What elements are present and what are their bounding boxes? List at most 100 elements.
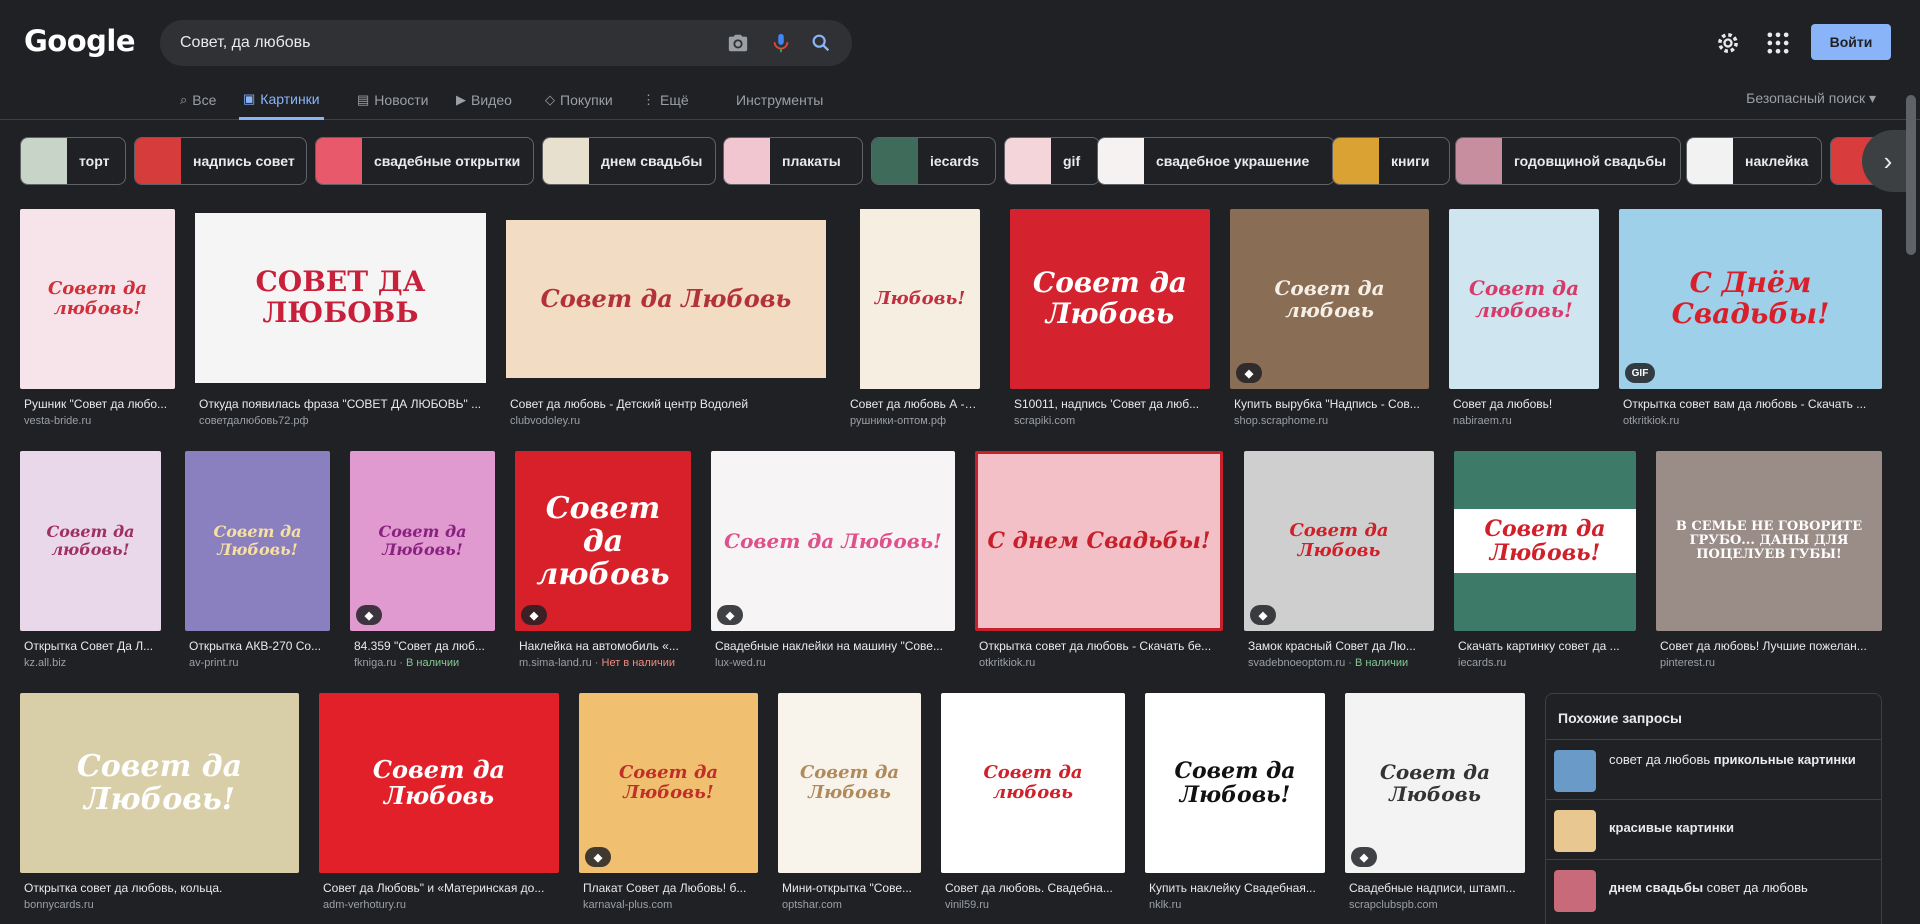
chip-posters[interactable]: плакаты: [723, 137, 863, 185]
chip-wedding-cards[interactable]: свадебные открытки: [315, 137, 534, 185]
result-source[interactable]: рушники-оптом.рф: [850, 415, 946, 427]
result-thumbnail[interactable]: Совет да любовь!: [1449, 209, 1599, 389]
search-box[interactable]: [160, 20, 852, 66]
result-title[interactable]: Купить вырубка "Надпись - Сов...: [1234, 397, 1429, 411]
result-title[interactable]: Совет да любовь! Лучшие пожелан...: [1660, 639, 1882, 653]
chip-cake[interactable]: торт: [20, 137, 126, 185]
chip-sticker[interactable]: наклейка: [1686, 137, 1822, 185]
tab-news[interactable]: ▤ Новости: [357, 80, 429, 120]
tab-all[interactable]: ⌕ Все: [180, 80, 216, 120]
result-thumbnail[interactable]: Совет да Любовь: [1244, 451, 1434, 631]
result-thumbnail[interactable]: Совет да Любовь!: [350, 451, 495, 631]
chip-gif[interactable]: gif: [1004, 137, 1100, 185]
tab-video[interactable]: ▶ Видео: [456, 80, 512, 120]
result-source[interactable]: nabiraem.ru: [1453, 415, 1512, 427]
result-source[interactable]: adm-verhotury.ru: [323, 899, 406, 911]
result-source[interactable]: av-print.ru: [189, 657, 239, 669]
result-thumbnail[interactable]: Совет да Любовь!: [579, 693, 758, 873]
result-thumbnail[interactable]: Совет да Любовь!: [711, 451, 955, 631]
result-title[interactable]: Открытка совет да любовь, кольца.: [24, 881, 299, 895]
result-title[interactable]: Совет да любовь А -2...: [850, 397, 980, 411]
result-title[interactable]: 84.359 "Совет да люб...: [354, 639, 495, 653]
result-title[interactable]: Наклейка на автомобиль «...: [519, 639, 691, 653]
search-input[interactable]: [180, 20, 720, 66]
chip-wedding-decoration[interactable]: свадебное украшение: [1097, 137, 1335, 185]
result-title[interactable]: Рушник "Совет да любо...: [24, 397, 175, 411]
result-title[interactable]: Свадебные наклейки на машину "Сове...: [715, 639, 955, 653]
chip-wedding-day[interactable]: днем свадьбы: [542, 137, 716, 185]
result-source[interactable]: vinil59.ru: [945, 899, 989, 911]
result-source[interactable]: fkniga.ru · В наличии: [354, 657, 459, 669]
result-title[interactable]: Открытка АКВ-270 Со...: [189, 639, 330, 653]
result-thumbnail[interactable]: Совет да Любовь: [778, 693, 921, 873]
result-source[interactable]: scrapiki.com: [1014, 415, 1075, 427]
result-source[interactable]: iecards.ru: [1458, 657, 1506, 669]
result-source[interactable]: bonnycards.ru: [24, 899, 94, 911]
result-thumbnail[interactable]: С Днём Свадьбы!: [1619, 209, 1882, 389]
result-thumbnail[interactable]: Совет да любовь: [515, 451, 691, 631]
microphone-icon[interactable]: [769, 31, 793, 55]
result-title[interactable]: S10011, надпись 'Совет да люб...: [1014, 397, 1210, 411]
chip-books[interactable]: книги: [1332, 137, 1450, 185]
result-source[interactable]: clubvodoley.ru: [510, 415, 580, 427]
result-thumbnail[interactable]: Совет да Любовь!: [1454, 451, 1636, 631]
result-title[interactable]: Совет да любовь!: [1453, 397, 1599, 411]
result-thumbnail[interactable]: Совет да Любовь: [506, 209, 826, 389]
chip-anniversary[interactable]: годовщиной свадьбы: [1455, 137, 1681, 185]
result-title[interactable]: Плакат Совет да Любовь! б...: [583, 881, 758, 895]
tab-shopping[interactable]: ◇ Покупки: [545, 80, 613, 120]
result-source[interactable]: vesta-bride.ru: [24, 415, 91, 427]
result-source[interactable]: otkritkiok.ru: [979, 657, 1035, 669]
sign-in-button[interactable]: Войти: [1811, 24, 1891, 60]
page-scrollbar[interactable]: [1906, 95, 1916, 255]
result-title[interactable]: Открытка совет да любовь - Скачать бе...: [979, 639, 1223, 653]
result-thumbnail[interactable]: СОВЕТ ДА ЛЮБОВЬ: [195, 209, 486, 389]
result-title[interactable]: Скачать картинку совет да ...: [1458, 639, 1636, 653]
safe-search-dropdown[interactable]: Безопасный поиск ▾: [1746, 90, 1876, 107]
result-thumbnail[interactable]: С днем Свадьбы!: [975, 451, 1223, 631]
result-title[interactable]: Откуда появилась фраза "СОВЕТ ДА ЛЮБОВЬ"…: [199, 397, 486, 411]
result-thumbnail[interactable]: Совет да Любовь!: [185, 451, 330, 631]
google-logo[interactable]: Google: [24, 24, 136, 58]
result-title[interactable]: Совет да любовь. Свадебна...: [945, 881, 1125, 895]
search-icon[interactable]: [809, 31, 833, 55]
result-source[interactable]: kz.all.biz: [24, 657, 66, 669]
result-source[interactable]: shop.scraphome.ru: [1234, 415, 1328, 427]
result-thumbnail[interactable]: Совет да Любовь!: [20, 693, 299, 873]
result-title[interactable]: Свадебные надписи, штамп...: [1349, 881, 1525, 895]
related-search-item[interactable]: совет да любовь прикольные картинки: [1546, 739, 1881, 799]
result-source[interactable]: m.sima-land.ru · Нет в наличии: [519, 657, 675, 669]
result-thumbnail[interactable]: Любовь!: [846, 209, 980, 389]
result-source[interactable]: советдалюбовь72.рф: [199, 415, 309, 427]
result-source[interactable]: scrapclubspb.com: [1349, 899, 1438, 911]
camera-icon[interactable]: [726, 31, 750, 55]
result-thumbnail[interactable]: Совет да любовь: [1230, 209, 1429, 389]
tab-tools[interactable]: Инструменты: [736, 80, 823, 120]
result-source[interactable]: nklk.ru: [1149, 899, 1181, 911]
result-source[interactable]: lux-wed.ru: [715, 657, 766, 669]
result-source[interactable]: pinterest.ru: [1660, 657, 1715, 669]
tab-more[interactable]: ⋮ Ещё: [642, 80, 689, 120]
result-source[interactable]: karnaval-plus.com: [583, 899, 672, 911]
result-source[interactable]: optshar.com: [782, 899, 842, 911]
result-title[interactable]: Купить наклейку Свадебная...: [1149, 881, 1325, 895]
result-thumbnail[interactable]: Совет да любовь: [941, 693, 1125, 873]
result-thumbnail[interactable]: Совет да Любовь: [1345, 693, 1525, 873]
related-search-item[interactable]: красивые картинки: [1546, 799, 1881, 859]
result-source[interactable]: otkritkiok.ru: [1623, 415, 1679, 427]
related-search-item[interactable]: днем свадьбы совет да любовь: [1546, 859, 1881, 919]
result-title[interactable]: Замок красный Совет да Лю...: [1248, 639, 1434, 653]
result-source[interactable]: svadebnoeoptom.ru · В наличии: [1248, 657, 1408, 669]
result-thumbnail[interactable]: Совет да Любовь: [1010, 209, 1210, 389]
gear-icon[interactable]: [1714, 29, 1742, 57]
chip-iecards[interactable]: iecards: [871, 137, 996, 185]
result-title[interactable]: Совет да Любовь" и «Материнская до...: [323, 881, 559, 895]
result-thumbnail[interactable]: Совет да Любовь: [319, 693, 559, 873]
result-title[interactable]: Мини-открытка "Сове...: [782, 881, 921, 895]
chip-inscription[interactable]: надпись совет: [134, 137, 307, 185]
result-title[interactable]: Открытка совет вам да любовь - Скачать .…: [1623, 397, 1882, 411]
result-thumbnail[interactable]: Совет да любовь!: [20, 209, 175, 389]
apps-grid-icon[interactable]: [1764, 29, 1792, 57]
result-thumbnail[interactable]: В СЕМЬЕ НЕ ГОВОРИТЕ ГРУБО... ДАНЫ ДЛЯ ПО…: [1656, 451, 1882, 631]
result-thumbnail[interactable]: Совет да Любовь!: [1145, 693, 1325, 873]
